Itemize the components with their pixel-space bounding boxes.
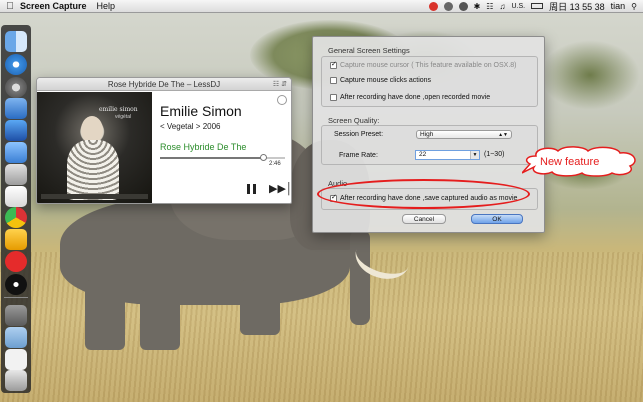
cancel-button[interactable]: Cancel [402, 214, 446, 224]
next-track-button[interactable]: ▶▶│ [269, 184, 291, 195]
battery-icon[interactable] [531, 3, 544, 9]
rate-label: Frame Rate: [339, 152, 378, 159]
quality-title: Screen Quality: [328, 116, 380, 125]
progress-bar[interactable] [160, 154, 285, 161]
frame-rate-range: (1~30) [484, 151, 505, 158]
finder-icon[interactable] [5, 31, 27, 52]
pencil-icon[interactable] [5, 229, 27, 250]
album-info: < Vegetal > 2006 [160, 122, 221, 131]
preset-value: High [420, 131, 434, 138]
select-arrow-icon: ▲▼ [498, 132, 508, 138]
annotation-ellipse [317, 179, 530, 209]
player-window: Rose Hybride De The – LessDJ ☷ ⇵ emilie … [36, 77, 292, 204]
input-source[interactable]: U.S. [511, 3, 525, 10]
preset-label: Session Preset: [334, 131, 384, 138]
textedit-icon[interactable] [5, 186, 27, 207]
chrome-icon[interactable] [5, 207, 27, 228]
screen-capture-icon[interactable] [5, 274, 27, 295]
capture-clicks-checkbox[interactable] [330, 77, 337, 84]
player-window-control-icon[interactable]: ☷ ⇵ [273, 78, 287, 91]
refresh-icon[interactable] [277, 95, 287, 105]
combo-arrow-icon[interactable]: ▼ [470, 151, 479, 159]
player-titlebar[interactable]: Rose Hybride De The – LessDJ ☷ ⇵ [37, 78, 291, 91]
bluetooth-icon[interactable]: ✱ [474, 2, 481, 11]
wifi-icon[interactable]: ☷ [486, 2, 493, 11]
open-after-checkbox[interactable] [330, 94, 337, 101]
progress-fill [160, 157, 263, 159]
open-after-label: After recording have done ,open recorded… [340, 94, 491, 101]
frame-rate-value: 22 [419, 151, 427, 158]
dock [1, 25, 31, 393]
player-window-title: Rose Hybride De The – LessDJ [107, 80, 221, 89]
progress-knob[interactable] [259, 154, 267, 161]
artist-name: Emilie Simon [160, 103, 242, 119]
folder-icon[interactable] [5, 305, 27, 326]
clock[interactable]: 周日 13 55 38 [549, 0, 605, 13]
menu-help[interactable]: Help [97, 1, 116, 11]
frame-rate-combo[interactable]: 22 ▼ [415, 150, 480, 160]
mail-icon[interactable] [5, 98, 27, 119]
record-status-icon[interactable] [428, 1, 438, 11]
capture-clicks-option: Capture mouse clicks actions [330, 77, 431, 84]
user-name[interactable]: tian [611, 1, 626, 11]
general-settings-title: General Screen Settings [328, 46, 410, 55]
xcode-icon[interactable] [5, 120, 27, 141]
ok-button[interactable]: OK [471, 214, 523, 224]
elapsed-time: 2:46 [269, 161, 281, 167]
status-area: ✱ ☷ ♫ U.S. 周日 13 55 38 tian ⚲ [428, 0, 643, 13]
capture-clicks-label: Capture mouse clicks actions [340, 77, 432, 84]
apple-menu-icon[interactable]:  [0, 1, 20, 12]
capture-cursor-option: Capture mouse cursor ( This feature avai… [330, 60, 517, 69]
capture-cursor-checkbox[interactable] [330, 60, 337, 69]
status-icon[interactable] [443, 1, 453, 11]
album-art: emilie simon végétal [37, 92, 152, 203]
menu-app-name[interactable]: Screen Capture [20, 1, 87, 11]
general-settings-group: Capture mouse cursor ( This feature avai… [321, 56, 538, 107]
facetime-icon[interactable] [5, 251, 27, 272]
preset-select[interactable]: High ▲▼ [416, 130, 512, 139]
menu-bar:  Screen Capture Help ✱ ☷ ♫ U.S. 周日 13 5… [0, 0, 643, 13]
volume-icon[interactable]: ♫ [499, 2, 505, 11]
capture-cursor-label: Capture mouse cursor ( This feature avai… [340, 62, 517, 69]
open-after-option: After recording have done ,open recorded… [330, 94, 490, 101]
downloads-icon[interactable] [5, 327, 27, 348]
document-icon[interactable] [5, 349, 27, 370]
annotation-text: New feature [540, 156, 600, 168]
photo-icon[interactable] [5, 164, 27, 185]
safari-icon[interactable] [5, 54, 27, 75]
spotlight-icon[interactable]: ⚲ [631, 2, 637, 11]
album-art-subtitle: végétal [115, 114, 132, 120]
track-title[interactable]: Rose Hybride De The [160, 142, 246, 152]
timemachine-icon[interactable] [458, 1, 468, 11]
pause-button[interactable] [247, 184, 257, 194]
preview-icon[interactable] [5, 142, 27, 163]
trash-icon[interactable] [5, 370, 27, 391]
launchpad-icon[interactable] [5, 77, 27, 98]
album-art-title: emilie simon [99, 106, 138, 113]
